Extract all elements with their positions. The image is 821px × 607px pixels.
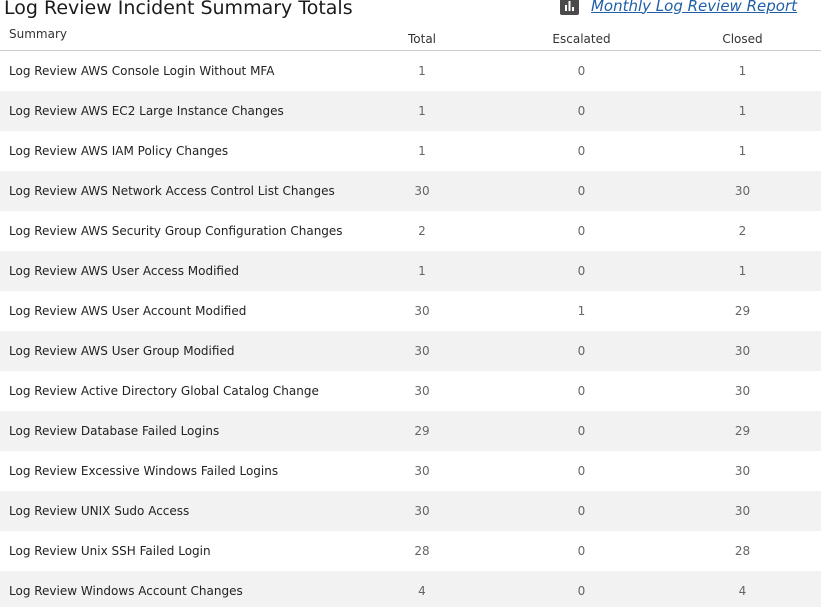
summary-cell: Log Review AWS IAM Policy Changes	[9, 144, 229, 158]
table-row[interactable]: Log Review AWS Network Access Control Li…	[0, 171, 821, 211]
summary-cell: Log Review AWS User Account Modified	[9, 304, 247, 318]
total-cell: 30	[414, 344, 430, 358]
closed-cell: 30	[734, 464, 751, 478]
total-cell: 28	[414, 544, 430, 558]
escalated-cell: 1	[577, 304, 586, 318]
table-row[interactable]: Log Review AWS IAM Policy Changes 1 0 1	[0, 131, 821, 171]
escalated-cell: 0	[577, 424, 586, 438]
incident-summary-page: Log Review Incident Summary Totals Month…	[0, 0, 821, 607]
total-cell: 29	[414, 424, 430, 438]
summary-cell: Log Review Database Failed Logins	[9, 424, 220, 438]
summary-cell: Log Review AWS User Access Modified	[9, 264, 239, 278]
monthly-report-link[interactable]: Monthly Log Review Report	[559, 0, 797, 15]
closed-cell: 30	[734, 384, 751, 398]
escalated-cell: 0	[577, 64, 586, 78]
summary-cell: Log Review Windows Account Changes	[9, 584, 243, 598]
incident-summary-table: Summary Total Escalated Closed Log Revie…	[0, 27, 821, 607]
escalated-cell: 0	[577, 384, 586, 398]
total-cell: 30	[414, 184, 430, 198]
page-title: Log Review Incident Summary Totals	[4, 0, 353, 19]
total-cell: 1	[418, 104, 426, 118]
table-row[interactable]: Log Review AWS Security Group Configurat…	[0, 211, 821, 251]
closed-cell: 28	[734, 544, 751, 558]
total-cell: 1	[418, 144, 426, 158]
monthly-report-label: Monthly Log Review Report	[590, 0, 797, 15]
closed-cell: 1	[738, 104, 747, 118]
total-cell: 1	[418, 64, 426, 78]
total-cell: 1	[418, 264, 426, 278]
column-header-total[interactable]: Total	[345, 32, 499, 46]
column-header-closed[interactable]: Closed	[664, 32, 821, 46]
table-row[interactable]: Log Review AWS User Account Modified 30 1 2…	[0, 291, 821, 331]
summary-cell: Log Review AWS Console Login Without MFA	[9, 64, 275, 78]
closed-cell: 30	[734, 344, 751, 358]
closed-cell: 29	[734, 304, 751, 318]
summary-cell: Log Review AWS User Group Modified	[9, 344, 235, 358]
bar-chart-icon	[559, 0, 579, 15]
escalated-cell: 0	[577, 224, 586, 238]
summary-cell: Log Review Unix SSH Failed Login	[9, 544, 211, 558]
escalated-cell: 0	[577, 144, 586, 158]
total-cell: 2	[418, 224, 426, 238]
summary-cell: Log Review Excessive Windows Failed Logi…	[9, 464, 279, 478]
total-cell: 30	[414, 384, 430, 398]
escalated-cell: 0	[577, 504, 586, 518]
table-row[interactable]: Log Review AWS Console Login Without MFA…	[0, 51, 821, 91]
table-row[interactable]: Log Review UNIX Sudo Access 30 0 30	[0, 491, 821, 531]
table-row[interactable]: Log Review Windows Account Changes 4 0 4	[0, 571, 821, 607]
closed-cell: 1	[738, 144, 747, 158]
total-cell: 30	[414, 504, 430, 518]
table-row[interactable]: Log Review Unix SSH Failed Login 28 0 28	[0, 531, 821, 571]
table-row[interactable]: Log Review AWS User Group Modified 30 0 30	[0, 331, 821, 371]
summary-cell: Log Review AWS Security Group Configurat…	[9, 224, 343, 238]
escalated-cell: 0	[577, 344, 586, 358]
total-cell: 4	[418, 584, 426, 598]
closed-cell: 4	[738, 584, 747, 598]
closed-cell: 30	[734, 184, 751, 198]
table-row[interactable]: Log Review AWS User Access Modified 1 0 1	[0, 251, 821, 291]
closed-cell: 30	[734, 504, 751, 518]
summary-cell: Log Review AWS Network Access Control Li…	[9, 184, 335, 198]
table-body: Log Review AWS Console Login Without MFA…	[0, 51, 821, 607]
closed-cell: 1	[738, 264, 747, 278]
table-row[interactable]: Log Review Database Failed Logins 29 0 29	[0, 411, 821, 451]
summary-cell: Log Review AWS EC2 Large Instance Change…	[9, 104, 284, 118]
table-row[interactable]: Log Review AWS EC2 Large Instance Change…	[0, 91, 821, 131]
escalated-cell: 0	[577, 184, 586, 198]
escalated-cell: 0	[577, 544, 586, 558]
closed-cell: 29	[734, 424, 751, 438]
table-row[interactable]: Log Review Active Directory Global Catal…	[0, 371, 821, 411]
escalated-cell: 0	[577, 584, 586, 598]
escalated-cell: 0	[577, 264, 586, 278]
total-cell: 30	[414, 304, 430, 318]
column-header-escalated[interactable]: Escalated	[499, 32, 664, 46]
table-row[interactable]: Log Review Excessive Windows Failed Logi…	[0, 451, 821, 491]
total-cell: 30	[414, 464, 430, 478]
closed-cell: 2	[738, 224, 747, 238]
column-header-summary[interactable]: Summary	[0, 27, 345, 41]
escalated-cell: 0	[577, 464, 586, 478]
summary-cell: Log Review UNIX Sudo Access	[9, 504, 190, 518]
escalated-cell: 0	[577, 104, 586, 118]
table-header: Summary Total Escalated Closed	[0, 27, 821, 51]
closed-cell: 1	[738, 64, 747, 78]
summary-cell: Log Review Active Directory Global Catal…	[9, 384, 319, 398]
